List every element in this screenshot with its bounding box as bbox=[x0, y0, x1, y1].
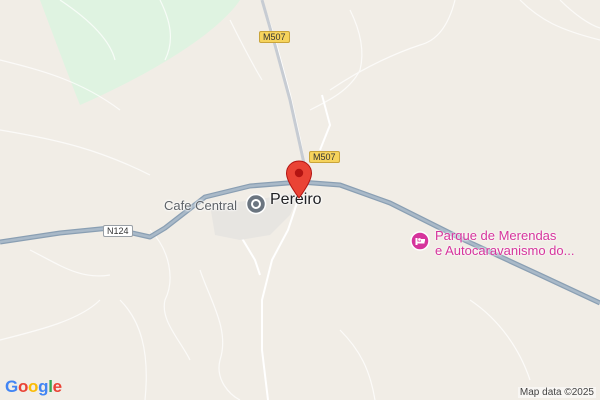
logo-letter-o: o bbox=[28, 377, 39, 396]
road-shield-m507: M507 bbox=[309, 151, 340, 163]
map-canvas[interactable]: M507 M507 N124 Cafe Central Pereiro Parq… bbox=[0, 0, 600, 400]
road-shield-m507: M507 bbox=[259, 31, 290, 43]
logo-letter-e: e bbox=[52, 377, 62, 396]
road-shield-n124: N124 bbox=[103, 225, 133, 237]
logo-letter-g: G bbox=[5, 377, 18, 396]
logo-letter-o: o bbox=[17, 377, 29, 396]
campground-poi-icon[interactable] bbox=[410, 231, 430, 251]
logo-letter-g: g bbox=[38, 377, 49, 396]
cafe-poi-icon[interactable] bbox=[245, 193, 267, 215]
google-logo: Google bbox=[5, 377, 62, 397]
poi-label-cafe-central[interactable]: Cafe Central bbox=[164, 198, 237, 213]
map-attribution[interactable]: Map data ©2025 bbox=[517, 387, 596, 398]
poi-label-parque-de-merendas[interactable]: Parque de Merendas e Autocaravanismo do.… bbox=[435, 228, 574, 258]
location-marker-icon[interactable] bbox=[285, 160, 313, 200]
